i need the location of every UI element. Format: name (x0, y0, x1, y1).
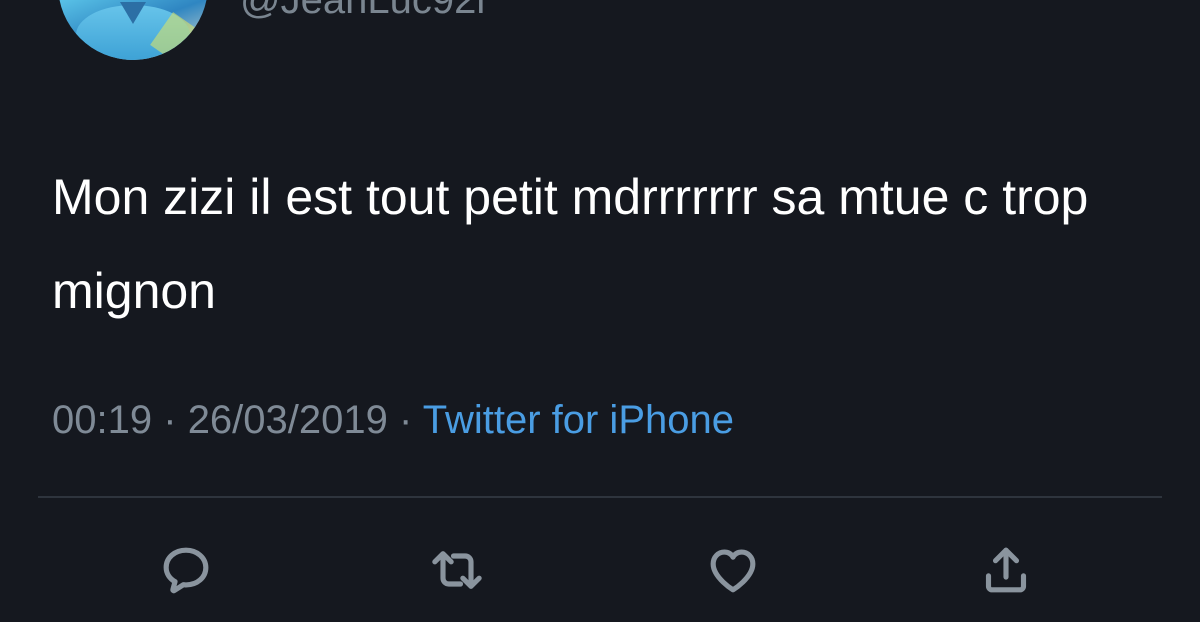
reply-button[interactable] (156, 540, 216, 600)
share-button[interactable] (976, 540, 1036, 600)
share-upload-icon (985, 547, 1027, 593)
author-handle[interactable]: @JeanLuc92i (240, 0, 485, 20)
tweet-date: 26/03/2019 (187, 398, 388, 442)
divider (38, 496, 1162, 498)
heart-icon (710, 549, 756, 593)
like-button[interactable] (703, 540, 763, 600)
tweet-time: 00:19 (52, 398, 153, 442)
retweet-arrows-icon (432, 551, 482, 589)
retweet-button[interactable] (427, 540, 487, 600)
tweet-actions-bar (0, 540, 1200, 600)
tweet-source-link[interactable]: Twitter for iPhone (423, 398, 734, 442)
avatar[interactable] (58, 0, 208, 60)
tweet-meta: 00:19 · 26/03/2019 · Twitter for iPhone (52, 394, 734, 446)
tweet-text: Mon zizi il est tout petit mdrrrrrrr sa … (52, 169, 1089, 319)
meta-separator: · (163, 398, 177, 442)
meta-separator: · (399, 398, 413, 442)
reply-bubble-icon (163, 547, 209, 594)
tweet-detail: @JeanLuc92i Mon zizi il est tout petit m… (0, 0, 1200, 622)
